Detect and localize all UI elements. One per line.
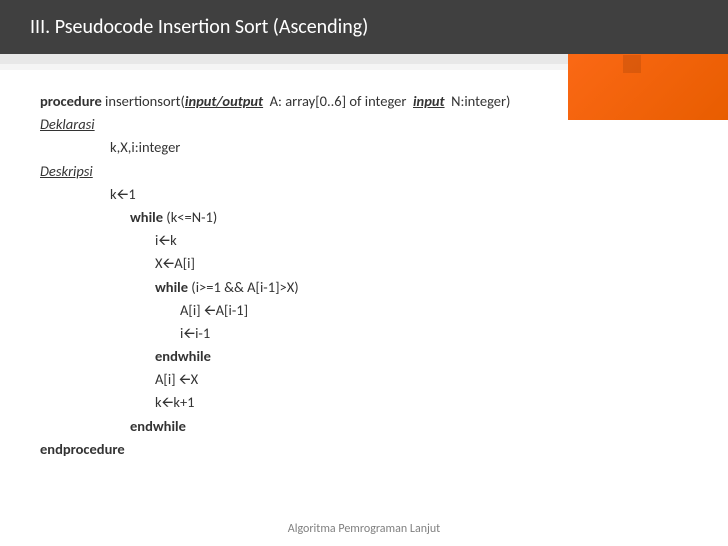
- code-line-6: while (k<=N-1): [40, 206, 688, 229]
- code-line-2: Deklarasi: [40, 113, 688, 136]
- code-line-5: k🡨1: [40, 183, 688, 206]
- slide-footer: Algoritma Pemrograman Lanjut: [0, 522, 728, 536]
- code-line-11: i🡨i-1: [40, 322, 688, 345]
- txt-1a: insertionsort(: [102, 92, 185, 110]
- kw-procedure: procedure: [40, 92, 102, 110]
- txt-1c: N:integer): [445, 92, 511, 110]
- code-line-4: Deskripsi: [40, 160, 688, 183]
- kw-while-2: while: [155, 278, 188, 296]
- code-line-12: endwhile: [40, 345, 688, 368]
- code-line-15: endwhile: [40, 415, 688, 438]
- txt-9: (i>=1 && A[i-1]>X): [188, 278, 299, 296]
- slide-title: III. Pseudocode Insertion Sort (Ascendin…: [30, 15, 368, 39]
- sect-deklarasi: Deklarasi: [40, 115, 95, 133]
- sect-deskripsi: Deskripsi: [40, 162, 93, 180]
- code-line-9: while (i>=1 && A[i-1]>X): [40, 276, 688, 299]
- txt-1b: A: array[0..6] of integer: [263, 92, 413, 110]
- code-line-10: A[i] 🡨A[i-1]: [40, 299, 688, 322]
- slide-content: procedure insertionsort(input/output A: …: [0, 70, 728, 471]
- code-line-13: A[i] 🡨X: [40, 368, 688, 391]
- code-line-3: k,X,i:integer: [40, 136, 688, 159]
- code-line-1: procedure insertionsort(input/output A: …: [40, 90, 688, 113]
- code-line-7: i🡨k: [40, 229, 688, 252]
- code-line-16: endprocedure: [40, 438, 688, 461]
- slide-header: III. Pseudocode Insertion Sort (Ascendin…: [0, 0, 728, 54]
- code-line-14: k🡨k+1: [40, 391, 688, 414]
- kw-input: input: [413, 92, 445, 110]
- txt-6: (k<=N-1): [163, 208, 217, 226]
- kw-input-output: input/output: [185, 92, 263, 110]
- kw-while-1: while: [130, 208, 163, 226]
- code-line-8: X🡨A[i]: [40, 252, 688, 275]
